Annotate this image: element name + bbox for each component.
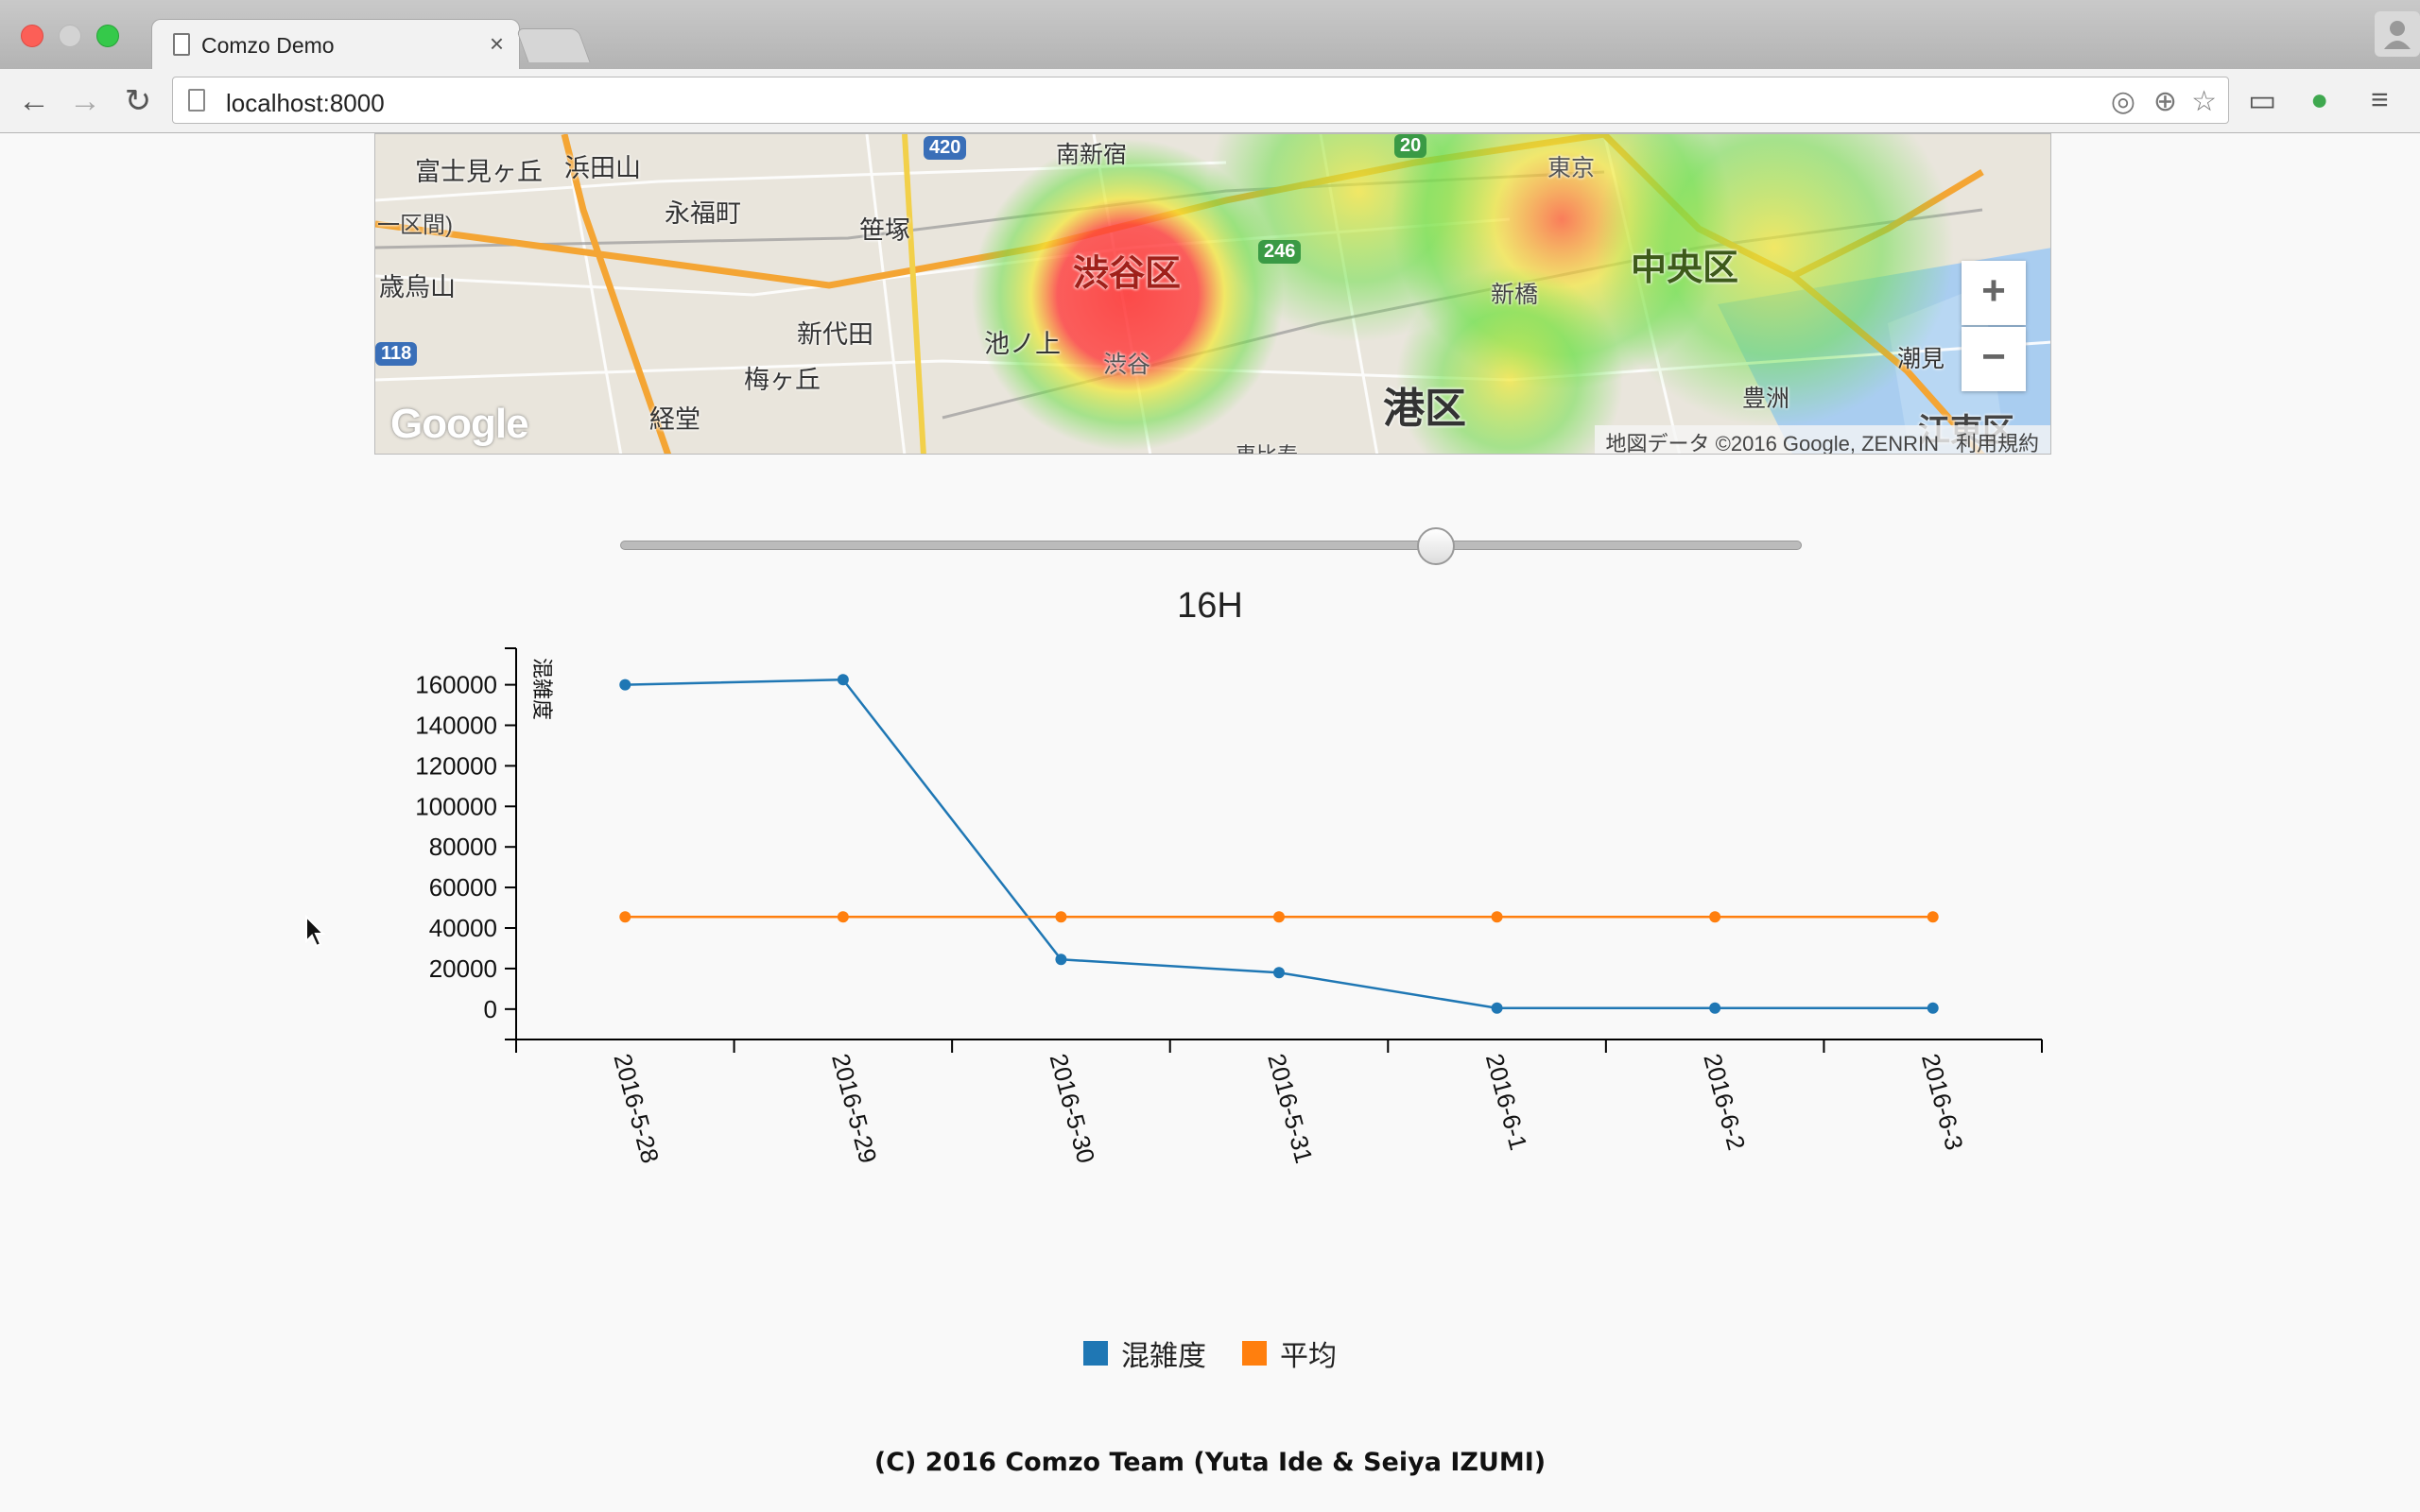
data-point xyxy=(1273,911,1285,923)
x-tick-label: 2016-6-2 xyxy=(1698,1051,1751,1153)
y-tick-label: 120000 xyxy=(415,751,497,780)
y-tick-label: 0 xyxy=(484,995,497,1023)
data-point xyxy=(1055,954,1067,966)
y-axis-label: 混雑度 xyxy=(529,658,553,720)
legend-label: 平均 xyxy=(1280,1341,1337,1372)
y-tick-label: 100000 xyxy=(415,792,497,820)
mouse-cursor-icon xyxy=(305,915,326,948)
legend-swatch xyxy=(1083,1341,1108,1366)
y-tick-label: 80000 xyxy=(429,833,497,861)
data-point xyxy=(1491,911,1503,923)
data-point xyxy=(837,911,849,923)
y-tick-label: 160000 xyxy=(415,671,497,699)
data-point xyxy=(1709,911,1721,923)
x-tick-label: 2016-5-29 xyxy=(826,1051,883,1166)
y-tick-label: 20000 xyxy=(429,954,497,983)
data-point xyxy=(1927,1002,1939,1014)
x-tick-label: 2016-6-1 xyxy=(1480,1051,1533,1153)
data-point xyxy=(619,911,631,923)
congestion-line-chart: 0 20000 40000 60000 80000 100000 120000 140000 1… xyxy=(415,647,2043,1166)
x-tick-label: 2016-5-30 xyxy=(1045,1051,1101,1166)
data-point xyxy=(1491,1002,1503,1014)
data-point xyxy=(1927,911,1939,923)
footer-credit: (C) 2016 Comzo Team (Yuta Ide & Seiya IZ… xyxy=(873,1448,1547,1477)
x-tick-label: 2016-6-3 xyxy=(1916,1051,1969,1153)
data-point xyxy=(1709,1002,1721,1014)
data-point xyxy=(1055,911,1067,923)
data-point xyxy=(1273,967,1285,979)
y-tick-label: 40000 xyxy=(429,914,497,942)
y-tick-label: 60000 xyxy=(429,873,497,902)
chart-legend: 混雑度 平均 xyxy=(0,1332,2420,1374)
y-tick-label: 140000 xyxy=(415,712,497,740)
legend-swatch xyxy=(1242,1341,1267,1366)
data-point xyxy=(619,679,631,691)
x-tick-label: 2016-5-31 xyxy=(1262,1051,1319,1166)
legend-item[interactable]: 混雑度 xyxy=(1083,1332,1206,1374)
x-tick-label: 2016-5-28 xyxy=(608,1051,665,1166)
data-point xyxy=(837,674,849,686)
legend-item[interactable]: 平均 xyxy=(1242,1332,1337,1374)
legend-label: 混雑度 xyxy=(1121,1341,1206,1372)
series-line xyxy=(625,678,1933,1010)
